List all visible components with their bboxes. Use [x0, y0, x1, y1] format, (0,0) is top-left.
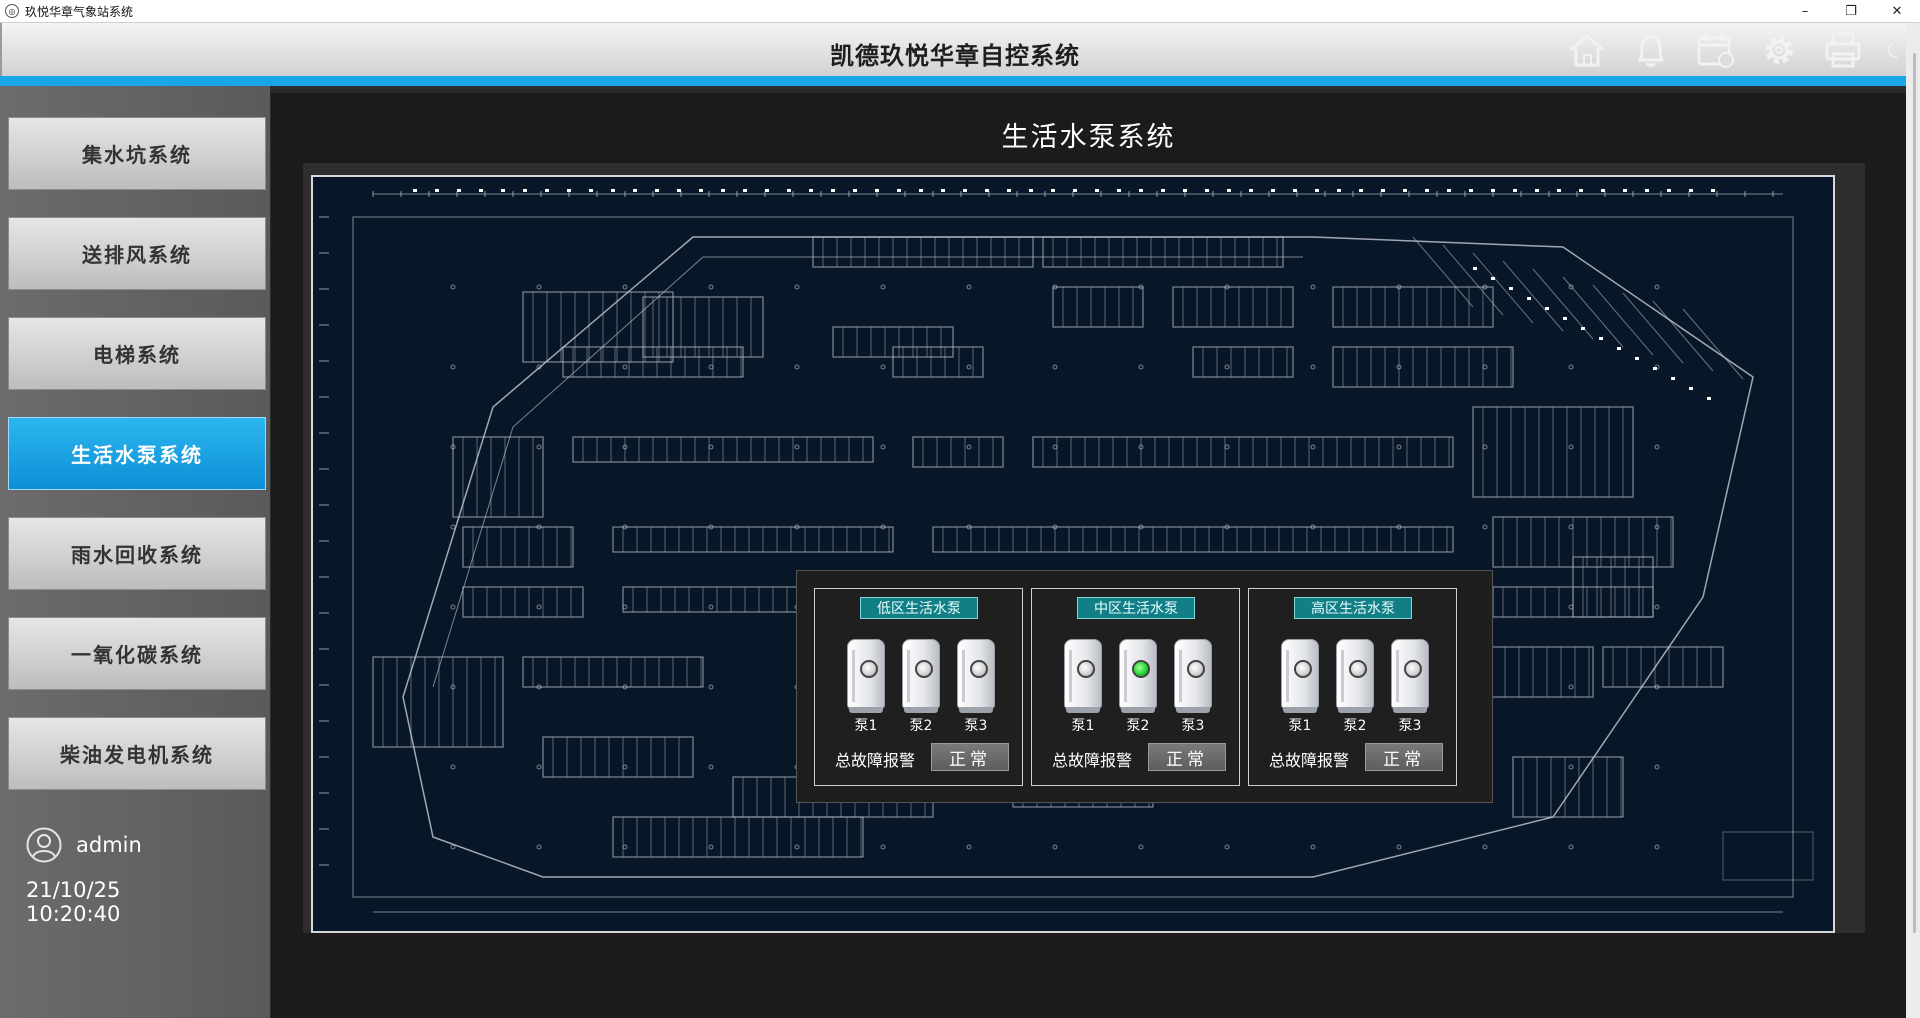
- app-icon: ◎: [5, 4, 19, 18]
- vertical-scrollbar[interactable]: [1906, 23, 1920, 1018]
- pump-label: 泵2: [909, 718, 933, 734]
- pump-status-lamp: [915, 660, 933, 678]
- pump-group-title: 低区生活水泵: [860, 597, 978, 619]
- nav-elevator-system[interactable]: 电梯系统: [8, 317, 266, 390]
- pump-label: 泵3: [1398, 718, 1422, 734]
- nav-diesel-generator-system[interactable]: 柴油发电机系统: [8, 717, 266, 790]
- fault-alarm-status: 正常: [1365, 743, 1443, 771]
- nav-ventilation-system[interactable]: 送排风系统: [8, 217, 266, 290]
- minimize-button[interactable]: –: [1782, 0, 1828, 22]
- pump[interactable]: 泵1: [1279, 639, 1321, 734]
- window-title: 玖悦华章气象站系统: [25, 4, 134, 19]
- pump-label: 泵3: [1181, 718, 1205, 734]
- home-icon[interactable]: [1566, 29, 1608, 71]
- close-button[interactable]: ✕: [1874, 0, 1920, 22]
- pump-group-high: 高区生活水泵 泵1 泵2 泵3 总故障报警 正常: [1248, 588, 1457, 786]
- pump-status-panel: 低区生活水泵 泵1 泵2 泵3 总故障报警 正常 中区生活水泵 泵1 泵2 泵3…: [796, 570, 1493, 803]
- pump-body: [957, 639, 995, 709]
- pump-status-lamp: [1294, 660, 1312, 678]
- pump-label: 泵2: [1126, 718, 1150, 734]
- sidebar: 集水坑系统 送排风系统 电梯系统 生活水泵系统 雨水回收系统 一氧化碳系统 柴油…: [0, 86, 270, 1018]
- pump-body: [1336, 639, 1374, 709]
- fault-alarm-label: 总故障报警: [1269, 751, 1350, 770]
- pump-group-low: 低区生活水泵 泵1 泵2 泵3 总故障报警 正常: [814, 588, 1023, 786]
- page-title: 生活水泵系统: [1001, 122, 1176, 153]
- pump[interactable]: 泵3: [1389, 639, 1431, 734]
- pump-label: 泵2: [1343, 718, 1367, 734]
- username: admin: [76, 833, 142, 857]
- bell-icon[interactable]: [1630, 29, 1672, 71]
- pump-body: [1281, 639, 1319, 709]
- pump[interactable]: 泵2: [1334, 639, 1376, 734]
- pump-body: [1119, 639, 1157, 709]
- pump-status-lamp: [1132, 660, 1150, 678]
- pump-status-lamp: [1404, 660, 1422, 678]
- pump-label: 泵1: [1288, 718, 1312, 734]
- nav-rainwater-system[interactable]: 雨水回收系统: [8, 517, 266, 590]
- fault-alarm-label: 总故障报警: [835, 751, 916, 770]
- nav-water-pump-system[interactable]: 生活水泵系统: [8, 417, 266, 490]
- pump-status-lamp: [970, 660, 988, 678]
- pump-group-title: 中区生活水泵: [1077, 597, 1195, 619]
- current-date: 21/10/25: [26, 878, 121, 902]
- fault-alarm-status: 正常: [931, 743, 1009, 771]
- cad-floor-plan: [311, 175, 1835, 933]
- calendar-icon[interactable]: [1694, 29, 1736, 71]
- datetime: 21/10/25 10:20:40: [26, 878, 270, 926]
- pump-label: 泵3: [964, 718, 988, 734]
- floor-plan-drawing: [319, 189, 1814, 913]
- pump-label: 泵1: [1071, 718, 1095, 734]
- pump-status-lamp: [860, 660, 878, 678]
- restore-button[interactable]: ❐: [1828, 0, 1874, 22]
- current-time: 10:20:40: [26, 902, 121, 926]
- header-accent-bar: [0, 76, 1906, 86]
- window-titlebar: ◎ 玖悦华章气象站系统 – ❐ ✕: [0, 0, 1920, 23]
- nav-sump-system[interactable]: 集水坑系统: [8, 117, 266, 190]
- pump[interactable]: 泵3: [1172, 639, 1214, 734]
- scrollbar-thumb[interactable]: [1913, 53, 1916, 933]
- nav-co-system[interactable]: 一氧化碳系统: [8, 617, 266, 690]
- pump[interactable]: 泵1: [1062, 639, 1104, 734]
- pump[interactable]: 泵2: [900, 639, 942, 734]
- gear-icon[interactable]: [1758, 29, 1800, 71]
- power-icon[interactable]: [1886, 29, 1908, 71]
- pump[interactable]: 泵1: [845, 639, 887, 734]
- pump-label: 泵1: [854, 718, 878, 734]
- user-avatar-icon: [26, 827, 62, 863]
- pump-status-lamp: [1187, 660, 1205, 678]
- pump-status-lamp: [1077, 660, 1095, 678]
- pump[interactable]: 泵2: [1117, 639, 1159, 734]
- pump-status-lamp: [1349, 660, 1367, 678]
- pump[interactable]: 泵3: [955, 639, 997, 734]
- main-content: 生活水泵系统 低区生活水泵 泵1 泵2 泵3 总故障报警 正常 中区生活水泵 泵…: [271, 93, 1906, 1018]
- pump-body: [847, 639, 885, 709]
- pump-body: [1174, 639, 1212, 709]
- pump-group-title: 高区生活水泵: [1294, 597, 1412, 619]
- header-toolbar: [1566, 29, 1908, 71]
- printer-icon[interactable]: [1822, 29, 1864, 71]
- pump-group-mid: 中区生活水泵 泵1 泵2 泵3 总故障报警 正常: [1031, 588, 1240, 786]
- user-info: admin: [26, 827, 142, 863]
- pump-body: [1391, 639, 1429, 709]
- fault-alarm-status: 正常: [1148, 743, 1226, 771]
- window-controls: – ❐ ✕: [1782, 0, 1920, 22]
- pump-body: [902, 639, 940, 709]
- pump-body: [1064, 639, 1102, 709]
- app-header: 凯德玖悦华章自控系统: [0, 23, 1908, 76]
- fault-alarm-label: 总故障报警: [1052, 751, 1133, 770]
